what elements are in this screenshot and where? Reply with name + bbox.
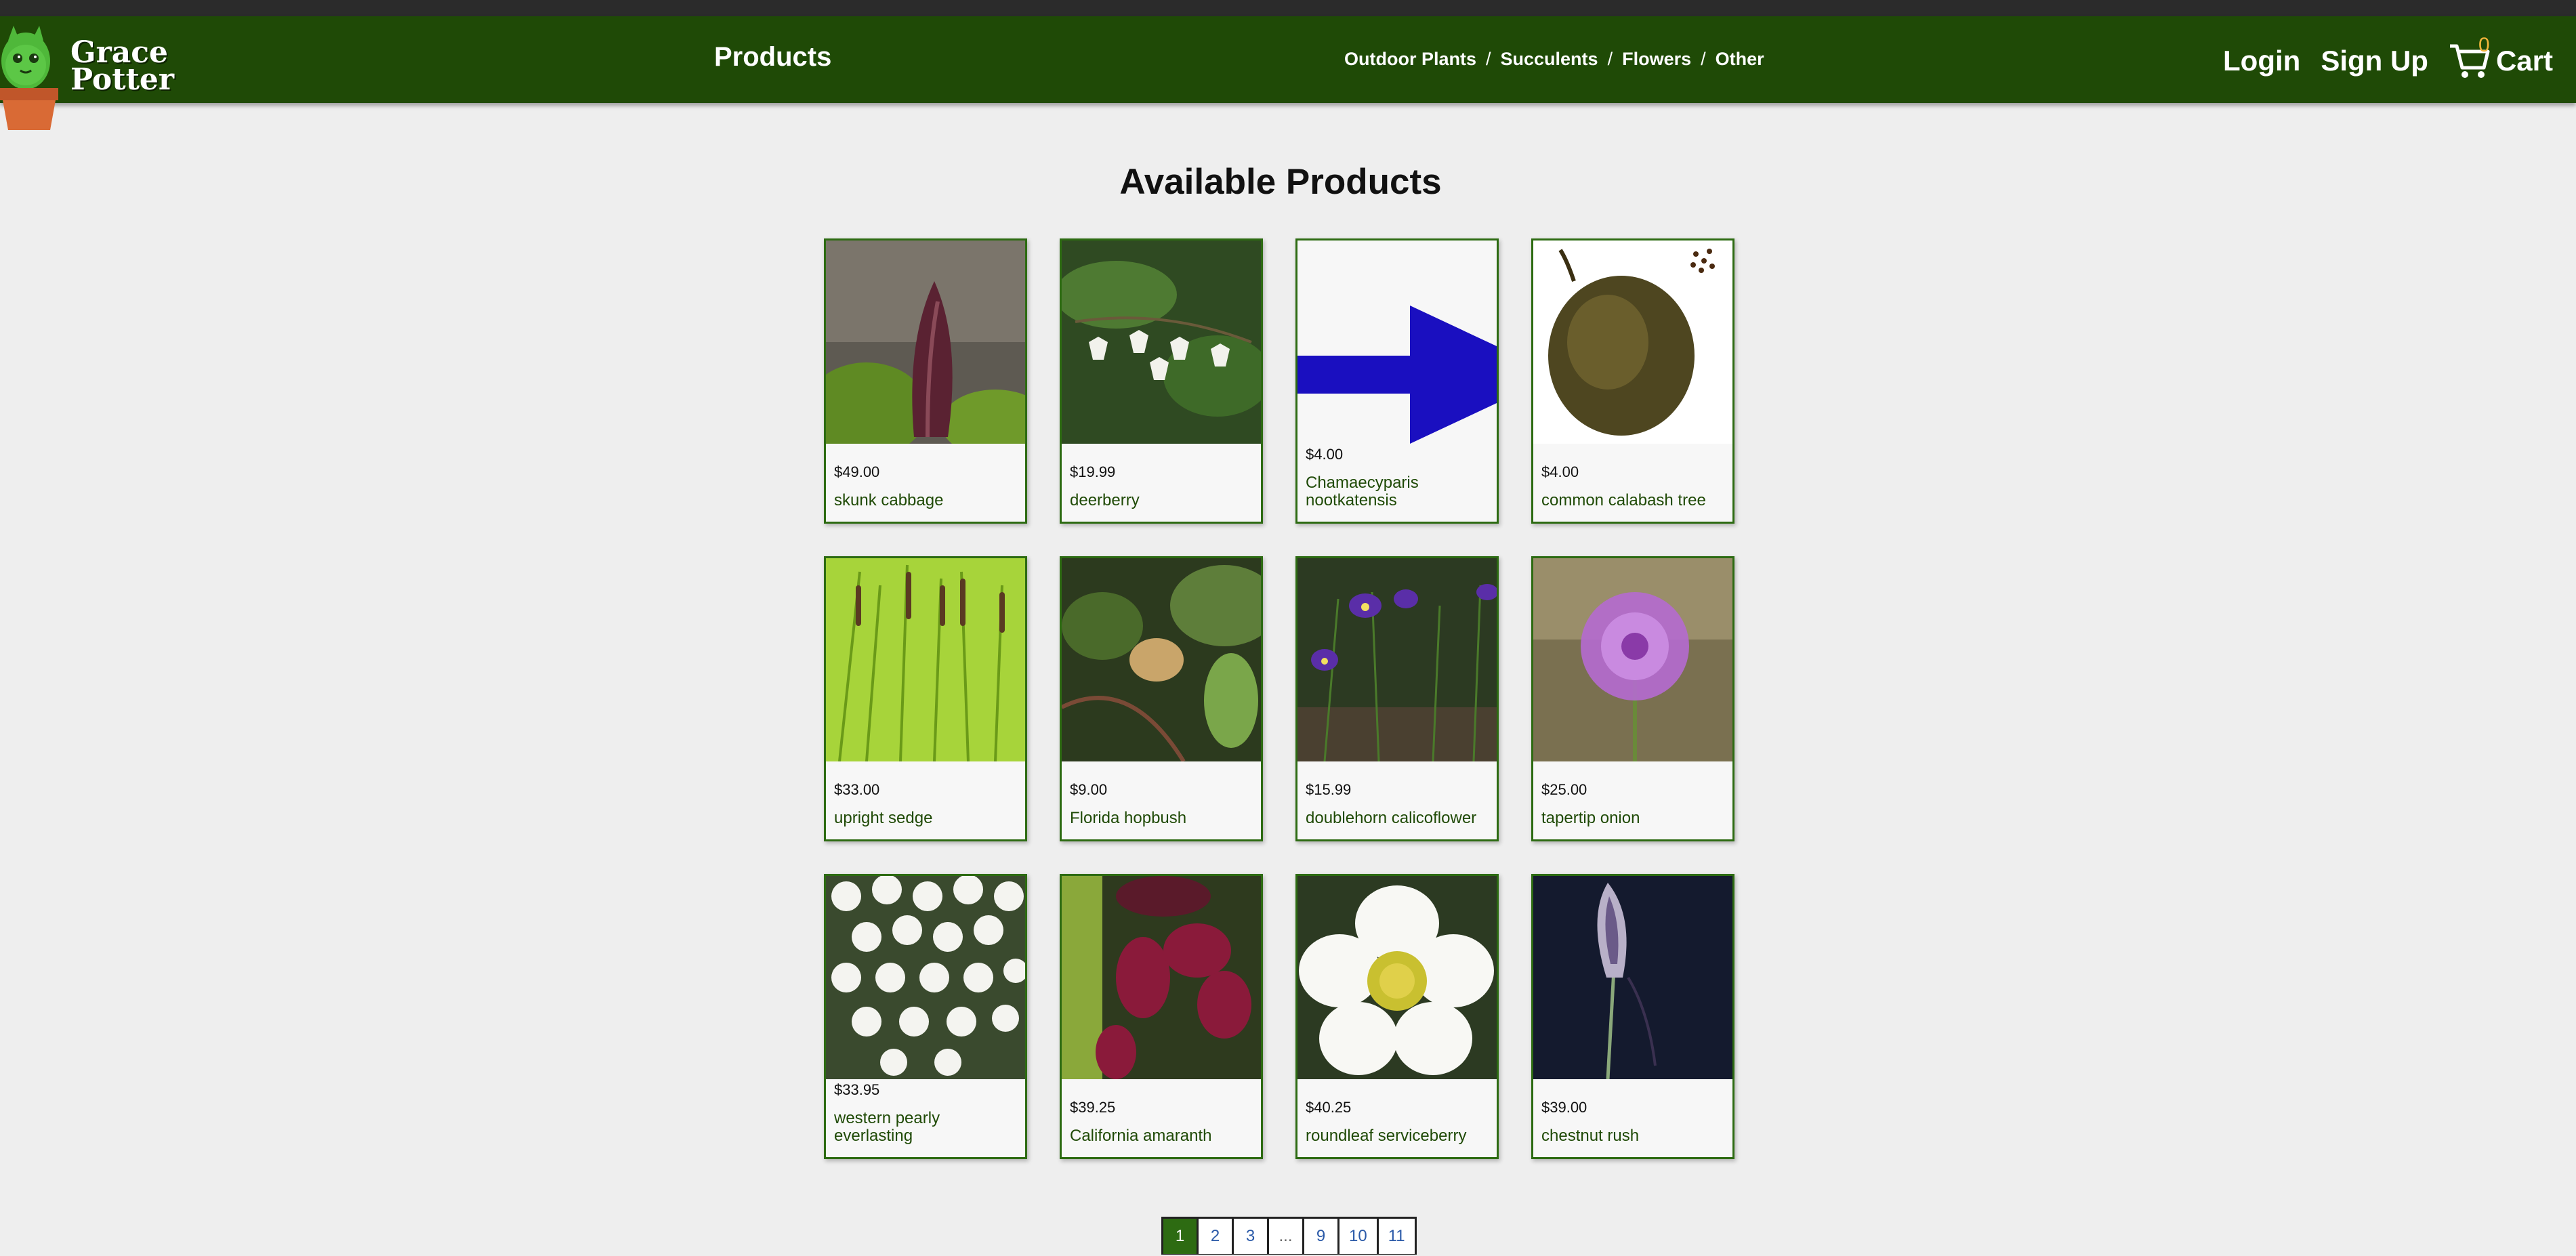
brand-logo[interactable]: Grace Potter xyxy=(0,23,190,142)
product-name[interactable]: tapertip onion xyxy=(1541,810,1726,827)
category-nav: Outdoor Plants / Succulents / Flowers / … xyxy=(1344,49,1764,70)
product-card[interactable]: $49.00 skunk cabbage xyxy=(824,238,1027,524)
category-separator: / xyxy=(1701,49,1706,69)
product-price: $49.00 xyxy=(834,463,880,480)
category-separator: / xyxy=(1486,49,1491,69)
product-name[interactable]: California amaranth xyxy=(1070,1127,1254,1145)
product-card[interactable]: $15.99 doublehorn calicoflower xyxy=(1295,556,1499,841)
category-flowers[interactable]: Flowers xyxy=(1622,49,1691,70)
category-separator: / xyxy=(1607,49,1613,69)
cart-button[interactable]: 0 Cart xyxy=(2449,34,2553,80)
page-button-10[interactable]: 10 xyxy=(1339,1219,1379,1254)
product-image[interactable] xyxy=(1533,240,1732,444)
product-card[interactable]: $39.25 California amaranth xyxy=(1060,874,1263,1159)
category-outdoor-plants[interactable]: Outdoor Plants xyxy=(1344,49,1476,70)
product-card[interactable]: $33.95 western pearly everlasting xyxy=(824,874,1027,1159)
navbar: Grace Potter Products Outdoor Plants / S… xyxy=(0,16,2576,130)
cart-count-badge: 0 xyxy=(2478,34,2490,56)
product-image[interactable] xyxy=(1297,558,1497,761)
product-price: $40.25 xyxy=(1306,1099,1352,1116)
page-button-3[interactable]: 3 xyxy=(1234,1219,1269,1254)
product-card[interactable]: $19.99 deerberry xyxy=(1060,238,1263,524)
product-price: $33.95 xyxy=(834,1081,880,1098)
product-name[interactable]: Florida hopbush xyxy=(1070,810,1254,827)
category-succulents[interactable]: Succulents xyxy=(1501,49,1598,70)
product-grid: $49.00 skunk cabbage $19.99 deerberry $4… xyxy=(824,238,1734,1159)
product-name[interactable]: chestnut rush xyxy=(1541,1127,1726,1145)
product-card[interactable]: $4.00 common calabash tree xyxy=(1531,238,1734,524)
product-price: $15.99 xyxy=(1306,781,1352,798)
brand-name-line2: Potter xyxy=(70,62,175,97)
login-link[interactable]: Login xyxy=(2223,45,2300,77)
product-price: $39.00 xyxy=(1541,1099,1587,1116)
product-price: $4.00 xyxy=(1541,463,1579,480)
product-name[interactable]: doublehorn calicoflower xyxy=(1306,810,1490,827)
product-image[interactable] xyxy=(1297,240,1497,444)
signup-link[interactable]: Sign Up xyxy=(2321,45,2428,77)
product-price: $25.00 xyxy=(1541,781,1587,798)
pagination: 1 2 3 ... 9 10 11 xyxy=(1161,1217,1417,1255)
product-card[interactable]: $40.25 roundleaf serviceberry xyxy=(1295,874,1499,1159)
product-name[interactable]: deerberry xyxy=(1070,492,1254,509)
product-name[interactable]: western pearly everlasting xyxy=(834,1110,1018,1145)
product-card[interactable]: $9.00 Florida hopbush xyxy=(1060,556,1263,841)
product-name[interactable]: skunk cabbage xyxy=(834,492,1018,509)
product-image[interactable] xyxy=(1297,876,1497,1079)
page-title: Available Products xyxy=(1119,162,1442,202)
cart-label: Cart xyxy=(2495,45,2553,77)
brand-name: Grace Potter xyxy=(70,38,186,97)
product-price: $39.25 xyxy=(1070,1099,1116,1116)
account-nav: Login Sign Up 0 Cart xyxy=(2223,34,2553,80)
product-card[interactable]: $39.00 chestnut rush xyxy=(1531,874,1734,1159)
product-card[interactable]: $4.00 Chamaecyparis nootkatensis xyxy=(1295,238,1499,524)
product-name[interactable]: upright sedge xyxy=(834,810,1018,827)
product-card[interactable]: $25.00 tapertip onion xyxy=(1531,556,1734,841)
product-image[interactable] xyxy=(826,558,1025,761)
category-other[interactable]: Other xyxy=(1716,49,1764,70)
product-image[interactable] xyxy=(826,876,1025,1079)
product-image[interactable] xyxy=(1062,558,1261,761)
page-button-11[interactable]: 11 xyxy=(1378,1219,1415,1254)
browser-top-strip xyxy=(0,0,2576,16)
product-image[interactable] xyxy=(1533,876,1732,1079)
product-name[interactable]: roundleaf serviceberry xyxy=(1306,1127,1490,1145)
product-card[interactable]: $33.00 upright sedge xyxy=(824,556,1027,841)
product-price: $9.00 xyxy=(1070,781,1108,798)
page-button-2[interactable]: 2 xyxy=(1199,1219,1234,1254)
product-price: $19.99 xyxy=(1070,463,1116,480)
page-ellipsis: ... xyxy=(1269,1219,1304,1254)
page-button-1[interactable]: 1 xyxy=(1163,1219,1199,1254)
product-name[interactable]: Chamaecyparis nootkatensis xyxy=(1306,474,1490,509)
nav-products-link[interactable]: Products xyxy=(714,42,831,72)
product-image[interactable] xyxy=(826,240,1025,444)
product-price: $33.00 xyxy=(834,781,880,798)
product-image[interactable] xyxy=(1062,240,1261,444)
product-price: $4.00 xyxy=(1306,446,1344,463)
product-image[interactable] xyxy=(1533,558,1732,761)
product-name[interactable]: common calabash tree xyxy=(1541,492,1726,509)
cactus-pot-icon xyxy=(0,26,58,130)
page-button-9[interactable]: 9 xyxy=(1304,1219,1339,1254)
product-image[interactable] xyxy=(1062,876,1261,1079)
